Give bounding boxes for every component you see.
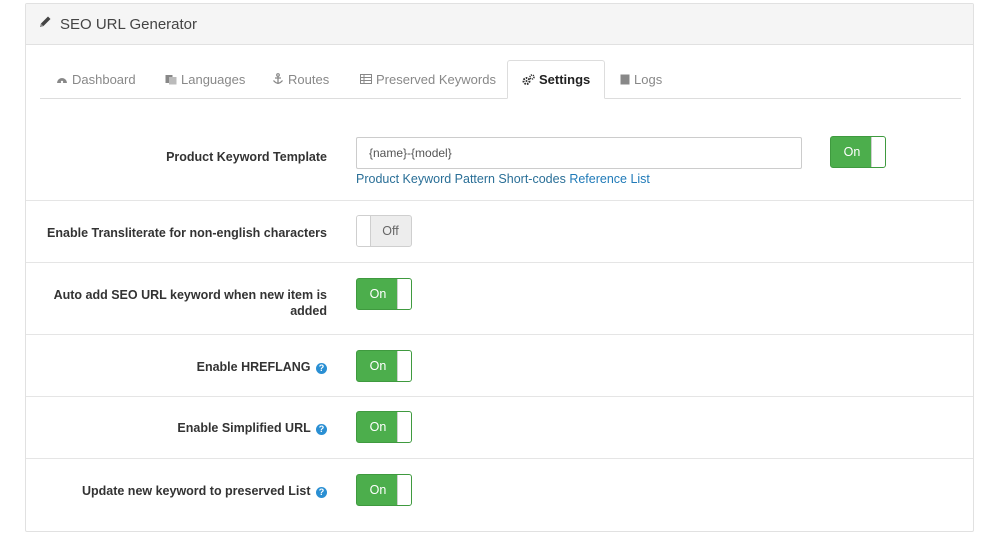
- tab-label: Settings: [539, 72, 591, 87]
- auto-add-label: Auto add SEO URL keyword when new item i…: [53, 288, 327, 318]
- toggle-label: On: [369, 420, 387, 434]
- help-icon[interactable]: ?: [316, 424, 327, 435]
- toggle-knob: [397, 475, 411, 505]
- seo-url-generator-panel: SEO URL Generator Dashboard Languages Ro…: [25, 3, 974, 532]
- tab-settings[interactable]: Settings: [507, 60, 606, 99]
- toggle-knob: [397, 412, 411, 442]
- tab-routes[interactable]: Routes: [272, 60, 329, 98]
- toggle-label: On: [369, 483, 387, 497]
- tab-preserved-keywords[interactable]: Preserved Keywords: [360, 60, 496, 98]
- file-icon: [620, 74, 630, 85]
- cogs-icon: [522, 73, 535, 86]
- toggle-label: On: [843, 145, 861, 159]
- tab-label: Preserved Keywords: [376, 71, 496, 87]
- setting-row-transliterate: Enable Transliterate for non-english cha…: [26, 201, 973, 263]
- hreflang-toggle[interactable]: On: [356, 350, 412, 382]
- update-preserved-label: Update new keyword to preserved List: [81, 484, 311, 498]
- tab-dashboard[interactable]: Dashboard: [56, 60, 136, 98]
- setting-row-simplified-url: Enable Simplified URL ? On: [26, 397, 973, 459]
- help-icon[interactable]: ?: [316, 487, 327, 498]
- help-text: Product Keyword Pattern Short-codes: [356, 172, 566, 186]
- product-keyword-label: Product Keyword Template: [166, 150, 327, 164]
- product-keyword-help: Product Keyword Pattern Short-codes Refe…: [356, 172, 650, 186]
- simplified-url-label-wrap: Enable Simplified URL ?: [27, 420, 327, 436]
- transliterate-label: Enable Transliterate for non-english cha…: [47, 226, 327, 240]
- toggle-knob: [397, 351, 411, 381]
- toggle-knob: [397, 279, 411, 309]
- panel-title: SEO URL Generator: [60, 15, 197, 33]
- product-keyword-toggle[interactable]: On: [830, 136, 886, 168]
- tab-label: Languages: [181, 71, 246, 87]
- tab-label: Logs: [634, 71, 663, 87]
- panel-heading: SEO URL Generator: [26, 4, 973, 45]
- toggle-label: On: [369, 287, 387, 301]
- table-icon: [360, 74, 372, 84]
- setting-row-update-preserved: Update new keyword to preserved List ? O…: [26, 459, 973, 531]
- simplified-url-toggle[interactable]: On: [356, 411, 412, 443]
- toggle-knob: [357, 216, 371, 246]
- tab-languages[interactable]: Languages: [165, 60, 245, 98]
- auto-add-toggle[interactable]: On: [356, 278, 412, 310]
- toggle-label: On: [369, 359, 387, 373]
- toggle-knob: [871, 137, 885, 167]
- reference-list-link[interactable]: Reference List: [569, 172, 650, 186]
- update-preserved-toggle[interactable]: On: [356, 474, 412, 506]
- hreflang-label: Enable HREFLANG: [196, 360, 311, 374]
- transliterate-toggle[interactable]: Off: [356, 215, 412, 247]
- anchor-icon: [272, 73, 284, 85]
- help-icon[interactable]: ?: [316, 363, 327, 374]
- tab-logs[interactable]: Logs: [620, 60, 662, 98]
- pencil-icon: [39, 15, 52, 33]
- product-keyword-template-input[interactable]: [356, 137, 802, 169]
- setting-row-hreflang: Enable HREFLANG ? On: [26, 335, 973, 397]
- tab-bar: Dashboard Languages Routes Preserved Key…: [40, 60, 961, 99]
- dashboard-icon: [56, 74, 68, 85]
- toggle-label: Off: [382, 224, 399, 238]
- setting-row-auto-add: Auto add SEO URL keyword when new item i…: [26, 263, 973, 335]
- update-preserved-label-wrap: Update new keyword to preserved List ?: [27, 483, 327, 499]
- hreflang-label-wrap: Enable HREFLANG ?: [27, 359, 327, 375]
- tab-label: Dashboard: [72, 71, 136, 87]
- language-icon: [165, 74, 177, 85]
- simplified-url-label: Enable Simplified URL: [177, 421, 311, 435]
- tab-label: Routes: [288, 71, 330, 87]
